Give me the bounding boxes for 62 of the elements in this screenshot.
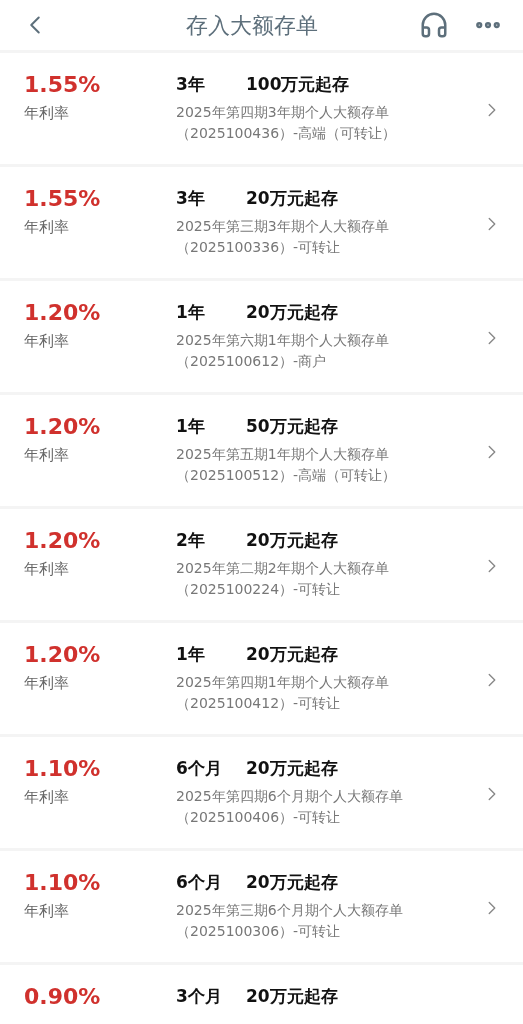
product-name: 2025年第四期6个月期个人大额存单 xyxy=(176,787,404,806)
product-row[interactable]: 1.20% 年利率 1年 20万元起存 2025年第六期1年期个人大额存单 （2025100612）-商户 xyxy=(0,278,523,392)
product-row[interactable]: 1.55% 年利率 3年 100万元起存 2025年第四期3年期个人大额存单 （2025100436）-高端（可转让） xyxy=(0,50,523,164)
rate-label: 年利率 xyxy=(24,673,70,694)
term: 6个月 xyxy=(176,871,223,895)
rate-label: 年利率 xyxy=(24,445,70,466)
term: 3年 xyxy=(176,187,206,211)
product-name: 2025年第四期1年期个人大额存单 xyxy=(176,673,390,692)
minimum-deposit: 100万元起存 xyxy=(246,73,350,97)
product-name: 2025年第二期2年期个人大额存单 xyxy=(176,559,390,578)
interest-rate: 1.20% xyxy=(24,527,102,555)
product-row[interactable]: 1.10% 年利率 6个月 20万元起存 2025年第三期6个月期个人大额存单 （2025100306）-可转让 xyxy=(0,848,523,962)
product-row[interactable]: 1.20% 年利率 2年 20万元起存 2025年第二期2年期个人大额存单 （2025100224）-可转让 xyxy=(0,506,523,620)
rate-label: 年利率 xyxy=(24,787,70,808)
product-code: （2025100512）-高端（可转让） xyxy=(176,466,398,485)
product-code: （2025100224）-可转让 xyxy=(176,580,342,599)
term: 2年 xyxy=(176,529,206,553)
product-code: （2025100406）-可转让 xyxy=(176,808,342,827)
term: 6个月 xyxy=(176,757,223,781)
interest-rate: 1.10% xyxy=(24,869,102,897)
product-name: 2025年第五期1年期个人大额存单 xyxy=(176,445,390,464)
rate-label: 年利率 xyxy=(24,217,70,238)
minimum-deposit: 20万元起存 xyxy=(246,301,338,325)
rate-label: 年利率 xyxy=(24,559,70,580)
interest-rate: 1.10% xyxy=(24,755,102,783)
interest-rate: 1.20% xyxy=(24,641,102,669)
product-row[interactable]: 1.20% 年利率 1年 20万元起存 2025年第四期1年期个人大额存单 （2025100412）-可转让 xyxy=(0,620,523,734)
product-code: （2025100306）-可转让 xyxy=(176,922,342,941)
minimum-deposit: 20万元起存 xyxy=(246,187,338,211)
product-name: 2025年第四期3年期个人大额存单 xyxy=(176,103,390,122)
product-row[interactable]: 1.55% 年利率 3年 20万元起存 2025年第三期3年期个人大额存单 （2025100336）-可转让 xyxy=(0,164,523,278)
rate-label: 年利率 xyxy=(24,103,70,124)
product-row[interactable]: 0.90% 3个月 20万元起存 xyxy=(0,962,523,1024)
page-title: 存入大额存单 xyxy=(186,11,318,40)
headset-icon[interactable] xyxy=(419,10,449,40)
minimum-deposit: 20万元起存 xyxy=(246,871,338,895)
interest-rate: 1.20% xyxy=(24,413,102,441)
term: 1年 xyxy=(176,643,206,667)
minimum-deposit: 20万元起存 xyxy=(246,529,338,553)
rate-label: 年利率 xyxy=(24,331,70,352)
rate-label: 年利率 xyxy=(24,901,70,922)
interest-rate: 1.20% xyxy=(24,299,102,327)
minimum-deposit: 50万元起存 xyxy=(246,415,338,439)
term: 3年 xyxy=(176,73,206,97)
term: 3个月 xyxy=(176,985,223,1009)
interest-rate: 1.55% xyxy=(24,185,102,213)
product-code: （2025100412）-可转让 xyxy=(176,694,342,713)
product-code: （2025100436）-高端（可转让） xyxy=(176,124,398,143)
product-row[interactable]: 1.20% 年利率 1年 50万元起存 2025年第五期1年期个人大额存单 （2025100512）-高端（可转让） xyxy=(0,392,523,506)
product-code: （2025100612）-商户 xyxy=(176,352,328,371)
term: 1年 xyxy=(176,301,206,325)
minimum-deposit: 20万元起存 xyxy=(246,757,338,781)
product-name: 2025年第三期6个月期个人大额存单 xyxy=(176,901,404,920)
term: 1年 xyxy=(176,415,206,439)
minimum-deposit: 20万元起存 xyxy=(246,643,338,667)
product-code: （2025100336）-可转让 xyxy=(176,238,342,257)
interest-rate: 1.55% xyxy=(24,71,102,99)
product-row[interactable]: 1.10% 年利率 6个月 20万元起存 2025年第四期6个月期个人大额存单 （2025100406）-可转让 xyxy=(0,734,523,848)
product-name: 2025年第六期1年期个人大额存单 xyxy=(176,331,390,350)
interest-rate: 0.90% xyxy=(24,983,102,1011)
minimum-deposit: 20万元起存 xyxy=(246,985,338,1009)
product-name: 2025年第三期3年期个人大额存单 xyxy=(176,217,390,236)
